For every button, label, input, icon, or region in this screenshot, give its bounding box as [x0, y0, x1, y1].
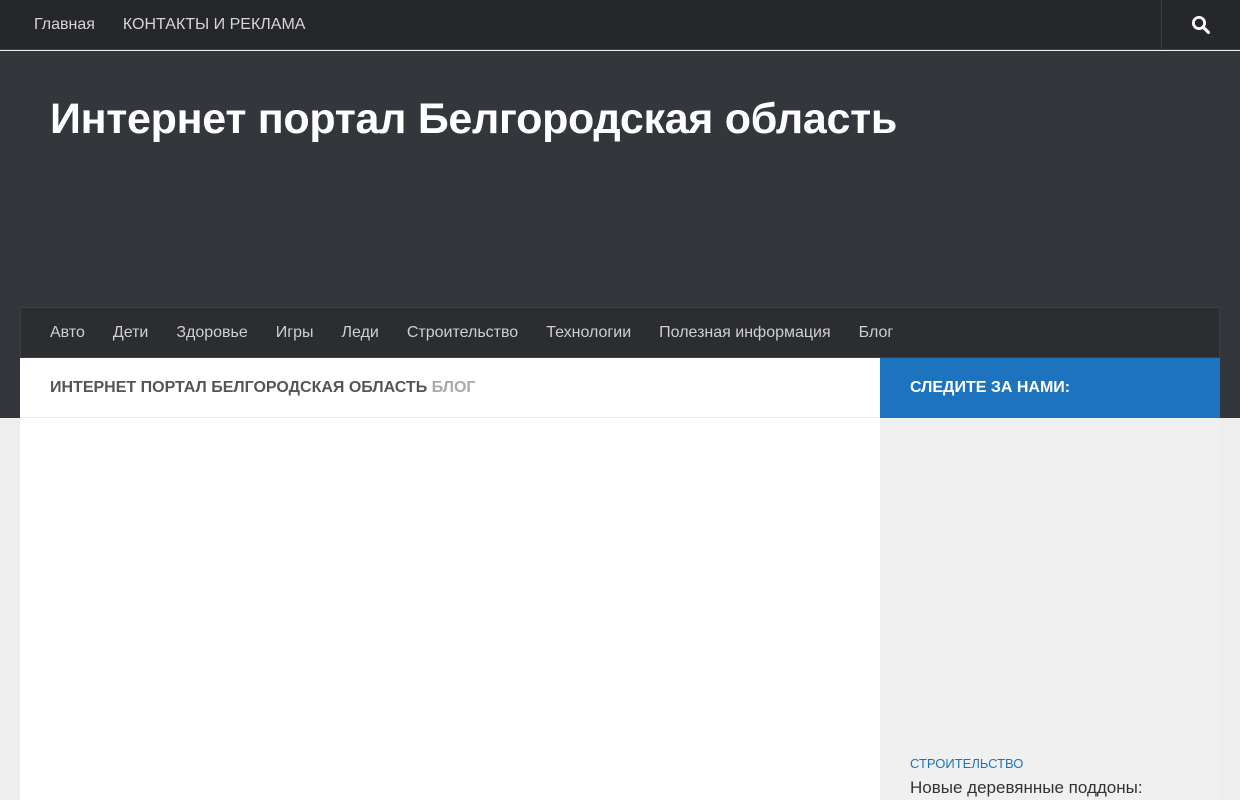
top-nav-link-home[interactable]: Главная	[20, 0, 109, 50]
main-nav-item-kids[interactable]: Дети	[99, 308, 162, 357]
top-nav-link-contacts[interactable]: КОНТАКТЫ И РЕКЛАМА	[109, 0, 320, 50]
main-nav-item-construction[interactable]: Строительство	[393, 308, 532, 357]
breadcrumb: Интернет портал Белгородская область Бло…	[20, 358, 880, 418]
top-bar: Главная КОНТАКТЫ И РЕКЛАМА	[0, 0, 1240, 50]
main-content: Интернет портал Белгородская область Бло…	[20, 358, 880, 800]
site-title[interactable]: Интернет портал Белгородская область	[50, 95, 897, 144]
breadcrumb-current-page: Блог	[431, 379, 476, 396]
post-category-link[interactable]: Строительство	[910, 756, 1023, 771]
main-nav-item-health[interactable]: Здоровье	[162, 308, 261, 357]
search-icon	[1192, 16, 1210, 34]
main-nav-item-auto[interactable]: Авто	[36, 308, 99, 357]
main-nav-item-ladies[interactable]: Леди	[328, 308, 393, 357]
top-nav: Главная КОНТАКТЫ И РЕКЛАМА	[20, 0, 319, 50]
main-nav: Авто Дети Здоровье Игры Леди Строительст…	[20, 307, 1220, 358]
main-nav-item-games[interactable]: Игры	[262, 308, 328, 357]
post-title-link[interactable]: Новые деревянные поддоны:	[910, 778, 1143, 798]
search-button[interactable]	[1161, 0, 1240, 50]
main-nav-item-technology[interactable]: Технологии	[532, 308, 645, 357]
main-nav-item-useful-info[interactable]: Полезная информация	[645, 308, 845, 357]
main-nav-item-blog[interactable]: Блог	[845, 308, 908, 357]
page: Главная КОНТАКТЫ И РЕКЛАМА Интернет порт…	[0, 0, 1240, 800]
follow-us-heading: Следите за нами:	[880, 358, 1220, 418]
sidebar: Следите за нами: Строительство Новые дер…	[880, 358, 1220, 800]
breadcrumb-site: Интернет портал Белгородская область	[50, 379, 428, 396]
